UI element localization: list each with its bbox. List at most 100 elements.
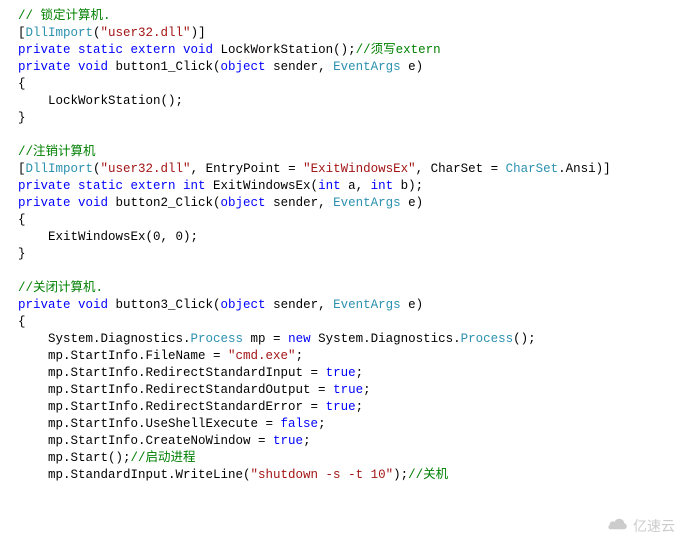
code-token: object bbox=[221, 298, 266, 312]
code-token: ; bbox=[303, 434, 311, 448]
code-line: LockWorkStation(); bbox=[18, 93, 667, 110]
code-token: , EntryPoint = bbox=[191, 162, 304, 176]
code-token: ; bbox=[318, 417, 326, 431]
code-token: "user32.dll" bbox=[101, 162, 191, 176]
code-line: mp.Start();//启动进程 bbox=[18, 450, 667, 467]
code-token: private void bbox=[18, 196, 108, 210]
code-token: "cmd.exe" bbox=[228, 349, 296, 363]
code-token: [ bbox=[18, 162, 26, 176]
code-line: private static extern int ExitWindowsEx(… bbox=[18, 178, 667, 195]
code-token: EventArgs bbox=[333, 196, 401, 210]
code-token: ; bbox=[296, 349, 304, 363]
code-token: System.Diagnostics. bbox=[18, 332, 191, 346]
code-token: EventArgs bbox=[333, 60, 401, 74]
code-token: System.Diagnostics. bbox=[311, 332, 461, 346]
code-line: mp.StartInfo.RedirectStandardOutput = tr… bbox=[18, 382, 667, 399]
watermark-text: 亿速云 bbox=[633, 518, 675, 535]
code-line: [DllImport("user32.dll", EntryPoint = "E… bbox=[18, 161, 667, 178]
code-token: ; bbox=[363, 383, 371, 397]
code-token: //启动进程 bbox=[131, 451, 196, 465]
code-token: sender, bbox=[266, 60, 334, 74]
code-token: object bbox=[221, 60, 266, 74]
code-token: button2_Click( bbox=[108, 196, 221, 210]
code-token: mp.StandardInput.WriteLine( bbox=[18, 468, 251, 482]
code-token: button1_Click( bbox=[108, 60, 221, 74]
code-token: sender, bbox=[266, 298, 334, 312]
code-token: ( bbox=[93, 162, 101, 176]
code-token: mp.StartInfo.RedirectStandardOutput = bbox=[18, 383, 333, 397]
code-token: sender, bbox=[266, 196, 334, 210]
code-token: int bbox=[318, 179, 341, 193]
code-line bbox=[18, 263, 667, 280]
code-line: mp.StartInfo.RedirectStandardError = tru… bbox=[18, 399, 667, 416]
code-token: } bbox=[18, 111, 26, 125]
code-token: mp.StartInfo.RedirectStandardError = bbox=[18, 400, 326, 414]
code-token: { bbox=[18, 77, 26, 91]
code-token: a, bbox=[341, 179, 371, 193]
watermark: 亿速云 bbox=[607, 517, 675, 535]
code-line: { bbox=[18, 212, 667, 229]
code-token: Process bbox=[461, 332, 514, 346]
code-token: ( bbox=[93, 26, 101, 40]
code-token: //关机 bbox=[408, 468, 448, 482]
code-line: mp.StartInfo.RedirectStandardInput = tru… bbox=[18, 365, 667, 382]
code-line: //注销计算机 bbox=[18, 144, 667, 161]
code-token: true bbox=[273, 434, 303, 448]
code-token: , CharSet = bbox=[416, 162, 506, 176]
code-token: "shutdown -s -t 10" bbox=[251, 468, 394, 482]
code-line: private void button1_Click(object sender… bbox=[18, 59, 667, 76]
code-token: mp.StartInfo.FileName = bbox=[18, 349, 228, 363]
code-token: } bbox=[18, 247, 26, 261]
code-line: } bbox=[18, 110, 667, 127]
code-token: .Ansi)] bbox=[558, 162, 611, 176]
code-token: mp.StartInfo.RedirectStandardInput = bbox=[18, 366, 326, 380]
code-line: mp.StartInfo.CreateNoWindow = true; bbox=[18, 433, 667, 450]
code-token: ExitWindowsEx(0, 0); bbox=[18, 230, 198, 244]
code-token: EventArgs bbox=[333, 298, 401, 312]
code-token: ExitWindowsEx( bbox=[206, 179, 319, 193]
code-line: ExitWindowsEx(0, 0); bbox=[18, 229, 667, 246]
code-token: e) bbox=[401, 60, 424, 74]
code-token: false bbox=[281, 417, 319, 431]
code-token: mp.StartInfo.CreateNoWindow = bbox=[18, 434, 273, 448]
code-token: //须写extern bbox=[356, 43, 441, 57]
code-token: private void bbox=[18, 60, 108, 74]
code-token: private static extern int bbox=[18, 179, 206, 193]
code-token: CharSet bbox=[506, 162, 559, 176]
code-line: private static extern void LockWorkStati… bbox=[18, 42, 667, 59]
cloud-icon bbox=[607, 517, 629, 535]
code-line: // 锁定计算机. bbox=[18, 8, 667, 25]
code-token: { bbox=[18, 315, 26, 329]
code-token: mp.StartInfo.UseShellExecute = bbox=[18, 417, 281, 431]
code-token: int bbox=[371, 179, 394, 193]
code-token: true bbox=[326, 400, 356, 414]
code-token: true bbox=[326, 366, 356, 380]
code-block: // 锁定计算机.[DllImport("user32.dll")]privat… bbox=[18, 8, 667, 484]
code-line: mp.StandardInput.WriteLine("shutdown -s … bbox=[18, 467, 667, 484]
code-token: e) bbox=[401, 196, 424, 210]
code-line: mp.StartInfo.FileName = "cmd.exe"; bbox=[18, 348, 667, 365]
code-line: [DllImport("user32.dll")] bbox=[18, 25, 667, 42]
code-token: b); bbox=[393, 179, 423, 193]
code-token: [ bbox=[18, 26, 26, 40]
code-token: mp.Start(); bbox=[18, 451, 131, 465]
code-token: mp = bbox=[243, 332, 288, 346]
code-token: // 锁定计算机. bbox=[18, 9, 111, 23]
code-token: LockWorkStation(); bbox=[213, 43, 356, 57]
code-token: e) bbox=[401, 298, 424, 312]
code-token: true bbox=[333, 383, 363, 397]
code-line: { bbox=[18, 314, 667, 331]
code-token: ; bbox=[356, 366, 364, 380]
code-token: private void bbox=[18, 298, 108, 312]
code-line bbox=[18, 127, 667, 144]
code-token: ; bbox=[356, 400, 364, 414]
code-token: "user32.dll" bbox=[101, 26, 191, 40]
code-line: private void button3_Click(object sender… bbox=[18, 297, 667, 314]
code-token: new bbox=[288, 332, 311, 346]
code-line: mp.StartInfo.UseShellExecute = false; bbox=[18, 416, 667, 433]
code-token: LockWorkStation(); bbox=[18, 94, 183, 108]
code-token: //关闭计算机. bbox=[18, 281, 103, 295]
code-line: //关闭计算机. bbox=[18, 280, 667, 297]
code-token: ); bbox=[393, 468, 408, 482]
code-line: private void button2_Click(object sender… bbox=[18, 195, 667, 212]
